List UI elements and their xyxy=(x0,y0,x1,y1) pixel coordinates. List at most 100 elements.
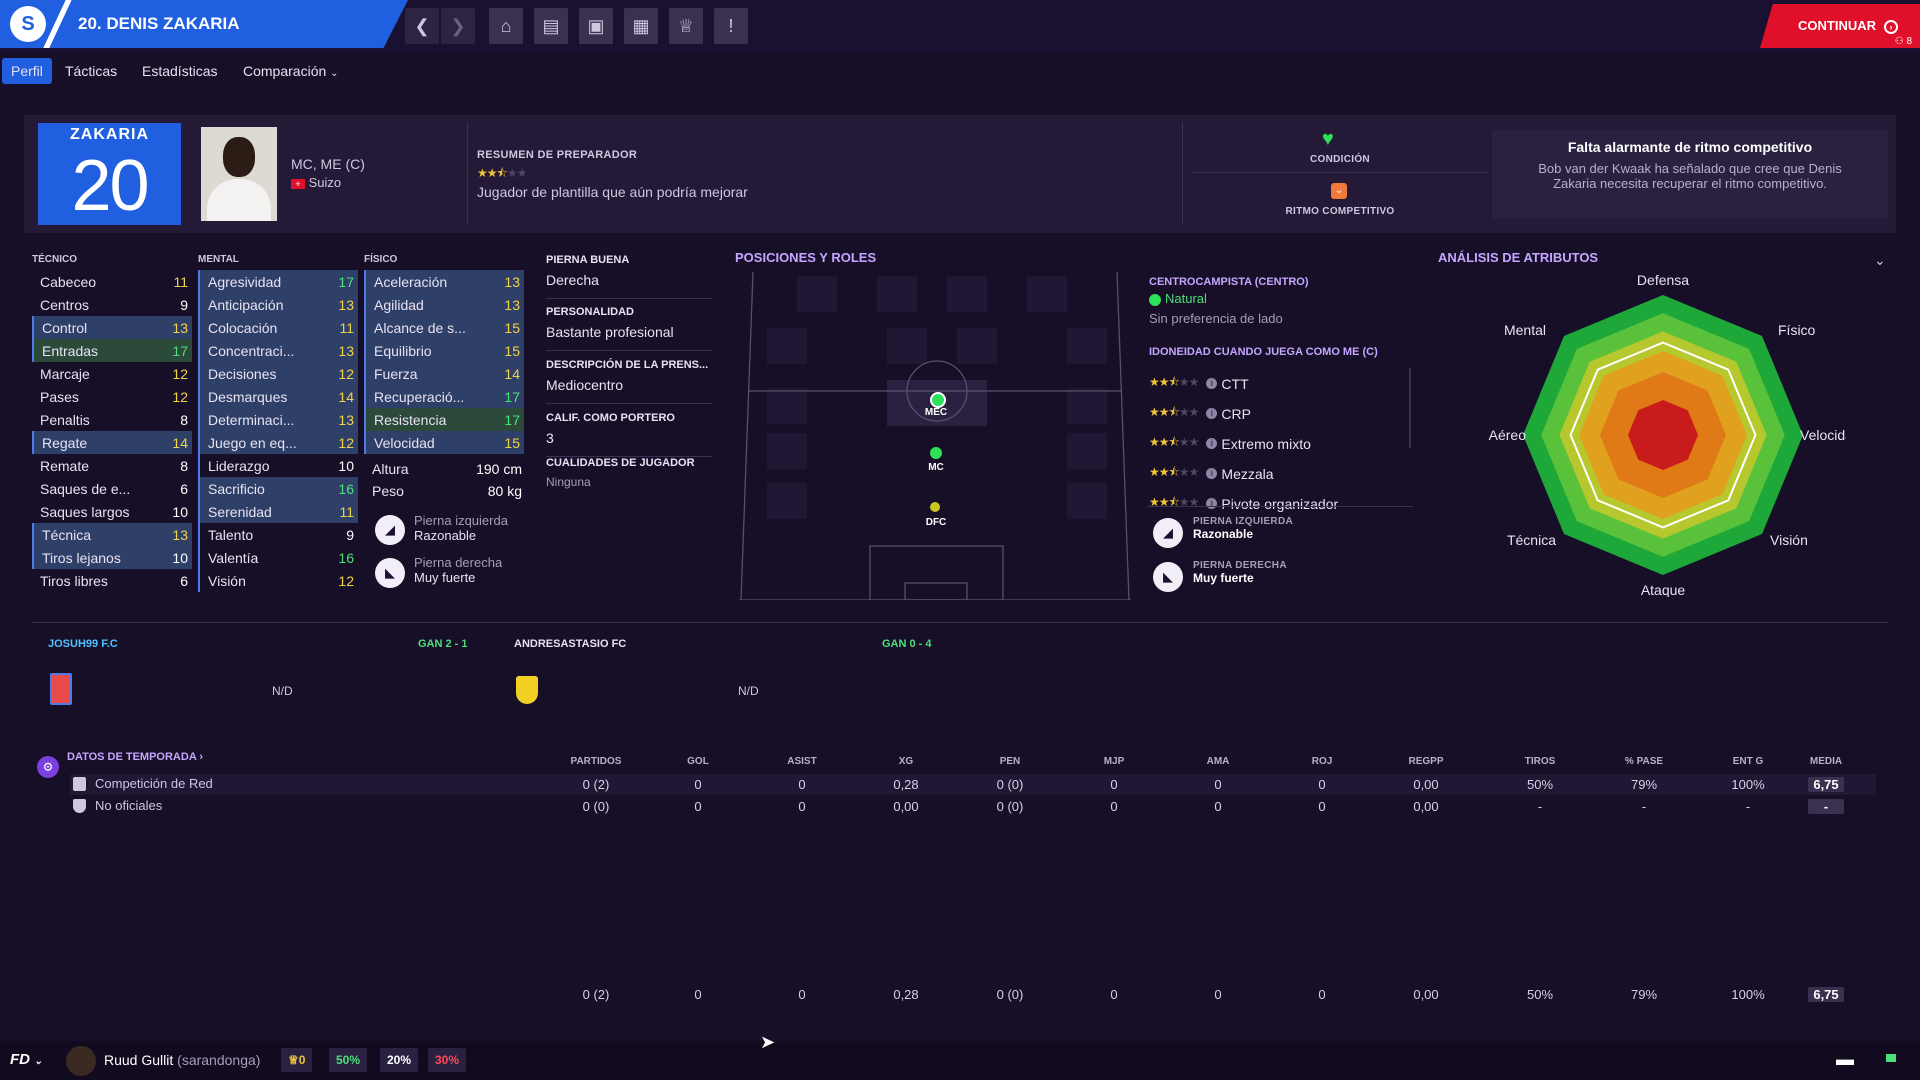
tab-comparacion[interactable]: Comparación ⌄ xyxy=(234,58,348,84)
alert-title: Falta alarmante de ritmo competitivo xyxy=(1567,139,1813,155)
attr-row-mental[interactable]: Agresividad 17 xyxy=(198,270,358,293)
attr-row-fisico[interactable]: Agilidad 13 xyxy=(364,293,524,316)
attr-row-mental[interactable]: Visión 12 xyxy=(198,569,358,592)
attr-row-fisico[interactable]: Recuperació... 17 xyxy=(364,385,524,408)
attr-row-fisico[interactable]: Aceleración 13 xyxy=(364,270,524,293)
tab-estadisticas[interactable]: Estadísticas xyxy=(133,58,226,84)
pct-red[interactable]: 30% xyxy=(428,1048,467,1072)
attr-name: Tiros libres xyxy=(40,572,108,589)
roles-scrollbar[interactable] xyxy=(1409,368,1411,448)
roles-divider xyxy=(1147,506,1413,507)
attr-name: Decisiones xyxy=(208,365,277,382)
season-title[interactable]: DATOS DE TEMPORADA › xyxy=(67,751,203,763)
forward-icon[interactable]: ❯ xyxy=(441,8,475,44)
attr-row-mental[interactable]: Colocación 11 xyxy=(198,316,358,339)
attr-row-tecnico[interactable]: Regate 14 xyxy=(32,431,192,454)
attr-row-tecnico[interactable]: Saques largos 10 xyxy=(32,500,192,523)
attr-row-tecnico[interactable]: Pases 12 xyxy=(32,385,192,408)
role-row[interactable]: ★★⯪★★ i Extremo mixto xyxy=(1149,433,1311,454)
fitness-alert-box[interactable]: Falta alarmante de ritmo competitivo Bob… xyxy=(1492,130,1888,218)
attr-row-tecnico[interactable]: Remate 8 xyxy=(32,454,192,477)
attr-row-fisico[interactable]: Alcance de s... 15 xyxy=(364,316,524,339)
tab-tacticas[interactable]: Tácticas xyxy=(56,58,126,84)
attr-row-mental[interactable]: Concentraci... 13 xyxy=(198,339,358,362)
trophy-count[interactable]: ♕0 xyxy=(281,1048,313,1072)
club-logo-icon[interactable]: S xyxy=(10,6,46,42)
gear-icon[interactable]: ⚙ xyxy=(37,756,59,778)
attr-row-mental[interactable]: Determinaci... 13 xyxy=(198,408,358,431)
manager-info[interactable]: Ruud Gullit (sarandonga) xyxy=(104,1052,260,1068)
chat-icon[interactable]: ▬ xyxy=(1836,1049,1854,1070)
attr-row-tecnico[interactable]: Tiros lejanos 10 xyxy=(32,546,192,569)
right-foot-label: Pierna derecha xyxy=(414,555,503,570)
tab-perfil[interactable]: Perfil xyxy=(2,58,52,84)
inbox-icon[interactable]: ▤ xyxy=(534,8,568,44)
attr-row-mental[interactable]: Desmarques 14 xyxy=(198,385,358,408)
attr-value: 12 xyxy=(172,365,188,382)
role-row[interactable]: ★★⯪★★ i CTT xyxy=(1149,373,1249,394)
attr-row-mental[interactable]: Sacrificio 16 xyxy=(198,477,358,500)
back-icon[interactable]: ❮ xyxy=(405,8,439,44)
attr-row-mental[interactable]: Decisiones 12 xyxy=(198,362,358,385)
attr-row-fisico[interactable]: Velocidad 15 xyxy=(364,431,524,454)
season-row-name[interactable]: Competición de Red xyxy=(95,776,213,791)
attr-row-tecnico[interactable]: Entradas 17 xyxy=(32,339,192,362)
attr-row-fisico[interactable]: Equilibrio 15 xyxy=(364,339,524,362)
attr-row-tecnico[interactable]: Técnica 13 xyxy=(32,523,192,546)
position-dot[interactable] xyxy=(930,447,942,459)
attr-name: Desmarques xyxy=(208,388,288,405)
attr-row-mental[interactable]: Serenidad 11 xyxy=(198,500,358,523)
player-nationality-wrap[interactable]: + Suizo xyxy=(291,175,341,190)
attr-row-tecnico[interactable]: Saques de e... 6 xyxy=(32,477,192,500)
attr-value: 11 xyxy=(339,319,354,336)
attr-row-tecnico[interactable]: Penaltis 8 xyxy=(32,408,192,431)
attr-name: Control xyxy=(42,319,88,336)
attr-row-tecnico[interactable]: Cabeceo 11 xyxy=(32,270,192,293)
pct-white[interactable]: 20% xyxy=(380,1048,419,1072)
info-icon[interactable]: ! xyxy=(714,8,748,44)
trophy-icon[interactable]: ♕ xyxy=(669,8,703,44)
match-result-2[interactable]: GAN 0 - 4 xyxy=(882,638,932,650)
role-row[interactable]: ★★⯪★★ i Mezzala xyxy=(1149,463,1274,484)
position-dot[interactable] xyxy=(930,502,940,512)
attr-row-mental[interactable]: Liderazgo 10 xyxy=(198,454,358,477)
position-dot[interactable] xyxy=(930,392,946,408)
season-row-bg xyxy=(70,796,1876,817)
attr-row-tecnico[interactable]: Centros 9 xyxy=(32,293,192,316)
attr-name: Fuerza xyxy=(374,365,418,382)
season-cell: 0,28 xyxy=(893,777,919,792)
info-value: Ninguna xyxy=(546,475,591,489)
home-icon[interactable]: ⌂ xyxy=(489,8,523,44)
pitch[interactable] xyxy=(737,268,1133,601)
role-row[interactable]: ★★⯪★★ i CRP xyxy=(1149,403,1251,424)
calendar-icon[interactable]: ▦ xyxy=(624,8,658,44)
attr-row-mental[interactable]: Anticipación 13 xyxy=(198,293,358,316)
player-photo[interactable] xyxy=(201,127,277,221)
match-team-2[interactable]: ANDRESASTASIO FC xyxy=(514,638,626,650)
chevron-down-icon-2[interactable]: ⌄ xyxy=(1874,252,1886,269)
role-row[interactable]: ★★⯪★★ i Pivote organizador xyxy=(1149,493,1338,514)
tab-comparacion-label: Comparación xyxy=(243,63,327,79)
attr-name: Serenidad xyxy=(208,503,272,520)
attr-name: Agresividad xyxy=(208,273,282,290)
attr-row-fisico[interactable]: Resistencia 17 xyxy=(364,408,524,431)
connection-icon[interactable] xyxy=(1886,1054,1896,1062)
shirt-icon[interactable]: ▣ xyxy=(579,8,613,44)
info-value: 3 xyxy=(546,430,554,446)
pct-green[interactable]: 50% xyxy=(329,1048,368,1072)
game-logo[interactable]: FD ⌄ xyxy=(10,1051,43,1068)
attr-row-mental[interactable]: Valentía 16 xyxy=(198,546,358,569)
attr-name: Talento xyxy=(208,526,254,543)
attr-row-tecnico[interactable]: Tiros libres 6 xyxy=(32,569,192,592)
attr-row-mental[interactable]: Juego en eq... 12 xyxy=(198,431,358,454)
attr-row-tecnico[interactable]: Control 13 xyxy=(32,316,192,339)
match-team-1[interactable]: JOSUH99 F.C xyxy=(48,638,118,650)
manager-avatar[interactable] xyxy=(66,1046,96,1076)
match-fitness-label: RITMO COMPETITIVO xyxy=(1285,206,1395,217)
attr-row-tecnico[interactable]: Marcaje 12 xyxy=(32,362,192,385)
season-row-name[interactable]: No oficiales xyxy=(95,798,162,813)
season-cell: 0 (2) xyxy=(582,777,610,792)
match-result-1[interactable]: GAN 2 - 1 xyxy=(418,638,468,650)
attr-row-fisico[interactable]: Fuerza 14 xyxy=(364,362,524,385)
attr-row-mental[interactable]: Talento 9 xyxy=(198,523,358,546)
